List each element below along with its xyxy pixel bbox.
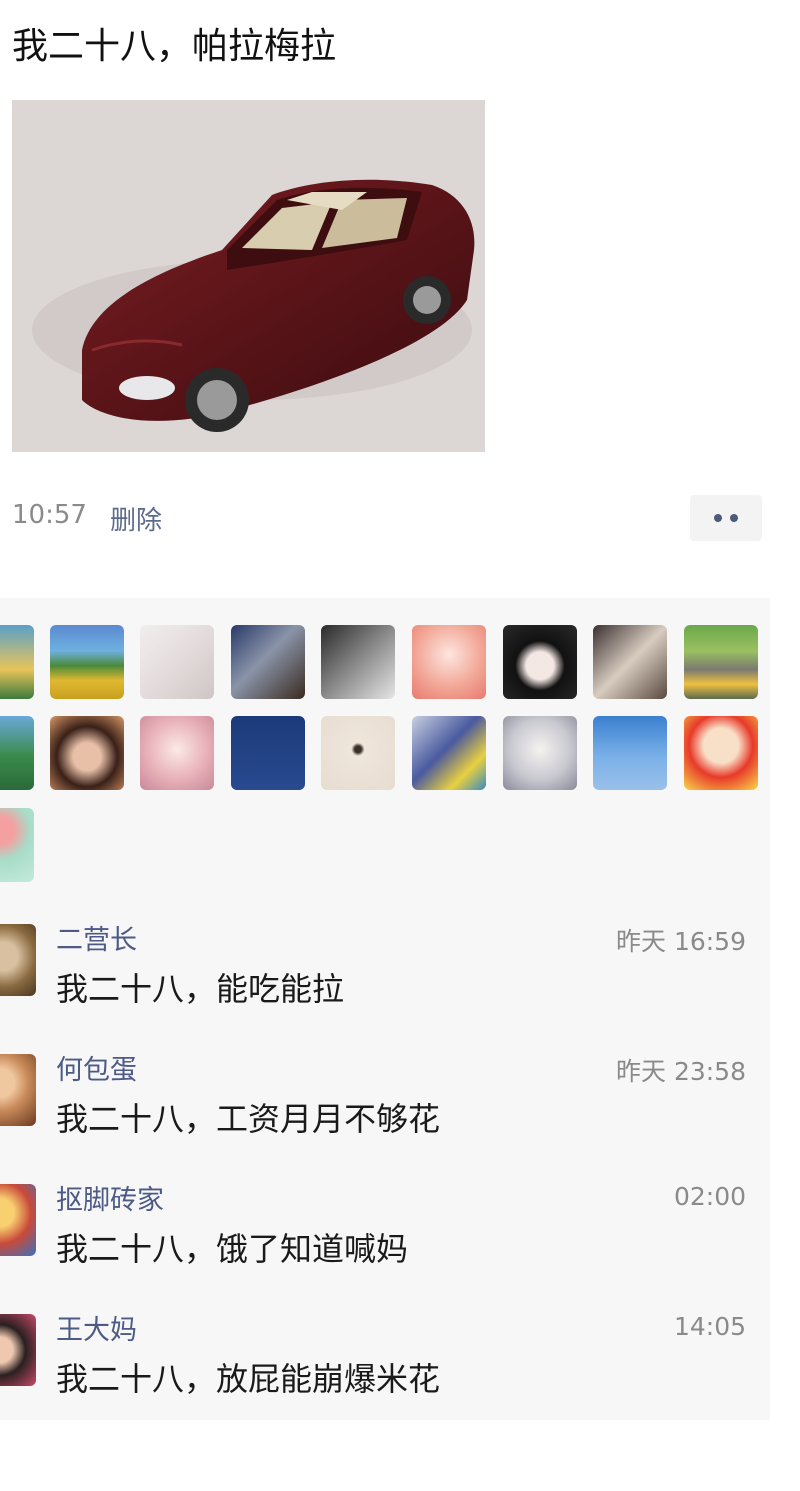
commenter-avatar[interactable] — [0, 1314, 36, 1386]
comment-time: 昨天 16:59 — [616, 927, 746, 956]
avatar-anime-white-hair[interactable] — [503, 716, 577, 790]
avatar-anime-black-hair[interactable] — [503, 625, 577, 699]
avatar-anime-pink-hair[interactable] — [140, 716, 214, 790]
avatar-anime-ink[interactable] — [593, 625, 667, 699]
dot-icon — [730, 514, 738, 522]
likes-comments-panel: 二营长 昨天 16:59 我二十八，能吃能拉 何包蛋 昨天 23:58 我二十八… — [0, 598, 770, 1420]
comment-item: 何包蛋 昨天 23:58 我二十八，工资月月不够花 — [0, 1048, 770, 1168]
likes-avatar-grid — [0, 598, 770, 898]
comment-time: 14:05 — [673, 1312, 746, 1341]
avatar-child-photo[interactable] — [412, 716, 486, 790]
comment-text[interactable]: 我二十八，放屁能崩爆米花 — [56, 1354, 440, 1400]
avatar-anime-pink-girl[interactable] — [412, 625, 486, 699]
commenter-avatar[interactable] — [0, 1054, 36, 1126]
avatar-landscape-green[interactable] — [0, 716, 34, 790]
comment-text[interactable]: 我二十八，能吃能拉 — [56, 964, 344, 1010]
comment-time: 02:00 — [673, 1182, 746, 1211]
comment-item: 二营长 昨天 16:59 我二十八，能吃能拉 — [0, 918, 770, 1038]
avatar-cartoon-boy[interactable] — [0, 625, 34, 699]
comment-text[interactable]: 我二十八，工资月月不够花 — [56, 1094, 440, 1140]
avatar-crayon-shin-chan[interactable] — [684, 716, 758, 790]
avatar-blue-sky[interactable] — [593, 716, 667, 790]
commenter-name[interactable]: 抠脚砖家 — [56, 1178, 164, 1217]
delete-link[interactable]: 删除 — [110, 500, 162, 537]
avatar-woman-hat[interactable] — [50, 716, 124, 790]
comment-item: 王大妈 14:05 我二十八，放屁能崩爆米花 — [0, 1308, 770, 1428]
avatar-anime-sketch[interactable] — [140, 625, 214, 699]
post-time: 10:57 — [12, 500, 87, 530]
more-actions-button[interactable] — [690, 495, 762, 541]
commenter-name[interactable]: 二营长 — [56, 918, 137, 957]
avatar-anime-dark-boy[interactable] — [321, 625, 395, 699]
toy-car-image — [12, 100, 485, 452]
commenter-avatar[interactable] — [0, 1184, 36, 1256]
commenter-name[interactable]: 王大妈 — [56, 1308, 137, 1347]
comment-text[interactable]: 我二十八，饿了知道喊妈 — [56, 1224, 408, 1270]
avatar-beige-figure[interactable] — [321, 716, 395, 790]
avatar-mint-balloon[interactable] — [0, 808, 34, 882]
avatar-armored-warrior[interactable] — [231, 625, 305, 699]
dot-icon — [714, 514, 722, 522]
commenter-name[interactable]: 何包蛋 — [56, 1048, 137, 1087]
commenter-avatar[interactable] — [0, 924, 36, 996]
post-text: 我二十八，帕拉梅拉 — [12, 26, 337, 67]
post-photo-toy-car[interactable] — [12, 100, 485, 452]
comment-time: 昨天 23:58 — [616, 1057, 746, 1086]
avatar-road-scene[interactable] — [684, 625, 758, 699]
comment-item: 抠脚砖家 02:00 我二十八，饿了知道喊妈 — [0, 1178, 770, 1298]
avatar-landscape-tree[interactable] — [50, 625, 124, 699]
avatar-night-sky[interactable] — [231, 716, 305, 790]
